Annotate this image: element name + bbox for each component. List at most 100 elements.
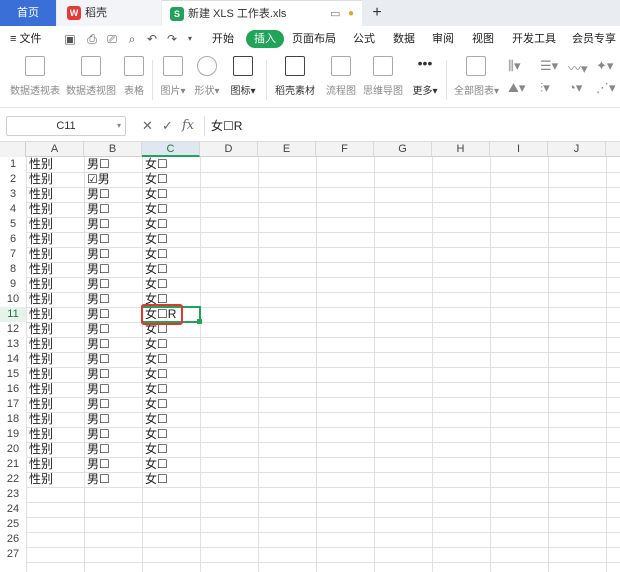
column-header-j[interactable]: J (548, 142, 606, 157)
cell-b12[interactable]: 男☐ (84, 322, 110, 337)
cell-a1[interactable]: 性别 (26, 157, 53, 172)
cell-b14[interactable]: 男☐ (84, 352, 110, 367)
row-header[interactable]: 7 (0, 247, 26, 262)
row-header[interactable]: 25 (0, 517, 26, 532)
row-header[interactable]: 18 (0, 412, 26, 427)
cell-c16[interactable]: 女☐ (142, 382, 168, 397)
cell-b20[interactable]: 男☐ (84, 442, 110, 457)
row-header[interactable]: 1 (0, 157, 26, 172)
row-header[interactable]: 14 (0, 352, 26, 367)
docer-assets-button[interactable]: 稻壳素材 (274, 56, 316, 97)
row-header[interactable]: 22 (0, 472, 26, 487)
confirm-icon[interactable]: ✓ (162, 116, 173, 136)
cell-a14[interactable]: 性别 (26, 352, 53, 367)
fill-handle[interactable] (197, 319, 202, 324)
cell-c22[interactable]: 女☐ (142, 472, 168, 487)
cell-a8[interactable]: 性别 (26, 262, 53, 277)
column-header-h[interactable]: H (432, 142, 490, 157)
cell-c15[interactable]: 女☐ (142, 367, 168, 382)
cell-a19[interactable]: 性别 (26, 427, 53, 442)
cell-c21[interactable]: 女☐ (142, 457, 168, 472)
cell-a13[interactable]: 性别 (26, 337, 53, 352)
row-header[interactable]: 11 (0, 307, 26, 322)
row-header[interactable]: 10 (0, 292, 26, 307)
column-header-d[interactable]: D (200, 142, 258, 157)
row-header[interactable]: 15 (0, 367, 26, 382)
cell-a16[interactable]: 性别 (26, 382, 53, 397)
cell-a21[interactable]: 性别 (26, 457, 53, 472)
file-menu-button[interactable]: ≡ 文件 (10, 26, 41, 52)
cell-b8[interactable]: 男☐ (84, 262, 110, 277)
cell-c3[interactable]: 女☐ (142, 187, 168, 202)
quick-access-dropdown-icon[interactable]: ▾ (182, 31, 198, 47)
tab-wps-docer[interactable]: W 稻壳 (57, 0, 161, 26)
cell-a18[interactable]: 性别 (26, 412, 53, 427)
cell-b4[interactable]: 男☐ (84, 202, 110, 217)
cell-c6[interactable]: 女☐ (142, 232, 168, 247)
cell-a6[interactable]: 性别 (26, 232, 53, 247)
area-chart-icon[interactable]: ⛰▾ (508, 80, 525, 96)
table-button[interactable]: 表格 (120, 56, 148, 97)
select-all-corner[interactable] (0, 142, 26, 157)
row-header[interactable]: 23 (0, 487, 26, 502)
cell-b16[interactable]: 男☐ (84, 382, 110, 397)
menu-developer[interactable]: 开发工具 (512, 26, 556, 52)
row-header[interactable]: 20 (0, 442, 26, 457)
cell-b19[interactable]: 男☐ (84, 427, 110, 442)
menu-page-layout[interactable]: 页面布局 (292, 26, 336, 52)
row-header[interactable]: 16 (0, 382, 26, 397)
cell-c14[interactable]: 女☐ (142, 352, 168, 367)
add-tab-button[interactable]: + (370, 0, 384, 26)
function-icon[interactable]: fx (182, 116, 194, 136)
cell-b9[interactable]: 男☐ (84, 277, 110, 292)
column-header-e[interactable]: E (258, 142, 316, 157)
cell-a10[interactable]: 性别 (26, 292, 53, 307)
row-header[interactable]: 27 (0, 547, 26, 562)
menu-review[interactable]: 审阅 (432, 26, 454, 52)
save-icon[interactable]: ▣ (62, 31, 78, 47)
column-header-b[interactable]: B (84, 142, 142, 157)
menu-view[interactable]: 视图 (472, 26, 494, 52)
column-header-f[interactable]: F (316, 142, 374, 157)
row-header[interactable]: 8 (0, 262, 26, 277)
cell-b13[interactable]: 男☐ (84, 337, 110, 352)
cell-a22[interactable]: 性别 (26, 472, 53, 487)
cell-a11[interactable]: 性别 (26, 307, 53, 322)
print-preview-icon[interactable]: ⌕ (124, 31, 140, 47)
radar-chart-icon[interactable]: ✦▾ (596, 58, 613, 74)
tab-workbook[interactable]: S 新建 XLS 工作表.xls ▭ ● (162, 0, 362, 26)
pie-chart-icon[interactable]: ◔▾ (568, 80, 582, 96)
cell-b17[interactable]: 男☐ (84, 397, 110, 412)
cell-a4[interactable]: 性别 (26, 202, 53, 217)
row-header[interactable]: 26 (0, 532, 26, 547)
row-header[interactable]: 2 (0, 172, 26, 187)
cell-b18[interactable]: 男☐ (84, 412, 110, 427)
cell-a12[interactable]: 性别 (26, 322, 53, 337)
cell-b6[interactable]: 男☐ (84, 232, 110, 247)
cell-b11[interactable]: 男☐ (84, 307, 110, 322)
flowchart-button[interactable]: 流程图 (326, 56, 356, 97)
cell-c9[interactable]: 女☐ (142, 277, 168, 292)
shape-button[interactable]: 形状▾ (192, 56, 222, 97)
cell-a7[interactable]: 性别 (26, 247, 53, 262)
bar-chart-icon[interactable]: ☰▾ (540, 58, 558, 74)
menu-start[interactable]: 开始 (212, 26, 234, 52)
cell-a5[interactable]: 性别 (26, 217, 53, 232)
cell-b21[interactable]: 男☐ (84, 457, 110, 472)
export-pdf-icon[interactable]: ⎙ (84, 31, 100, 47)
row-header[interactable]: 17 (0, 397, 26, 412)
row-header[interactable]: 3 (0, 187, 26, 202)
cell-b7[interactable]: 男☐ (84, 247, 110, 262)
row-header[interactable]: 9 (0, 277, 26, 292)
cancel-icon[interactable]: ✕ (142, 116, 153, 136)
pivot-table-button[interactable]: 数据透视表 (8, 56, 62, 97)
cell-c13[interactable]: 女☐ (142, 337, 168, 352)
cell-b22[interactable]: 男☐ (84, 472, 110, 487)
cell-b1[interactable]: 男☐ (84, 157, 110, 172)
cell-c1[interactable]: 女☐ (142, 157, 168, 172)
cell-b10[interactable]: 男☐ (84, 292, 110, 307)
more-button[interactable]: ••• 更多▾ (408, 56, 442, 97)
monitor-icon[interactable]: ▭ (330, 1, 340, 26)
menu-formulas[interactable]: 公式 (353, 26, 375, 52)
undo-icon[interactable]: ↶ (144, 31, 160, 47)
